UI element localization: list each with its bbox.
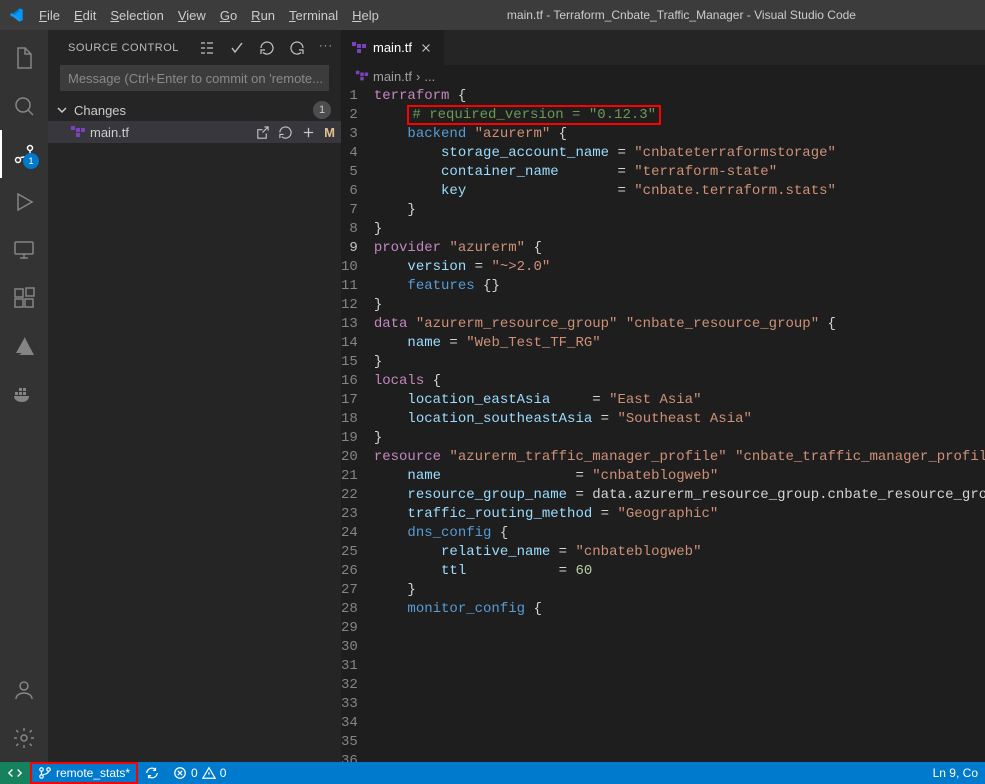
file-status: M [324, 125, 335, 140]
activity-run-debug[interactable] [0, 178, 48, 226]
sidebar-scm: SOURCE CONTROL ··· Message (Ctrl+Enter t… [48, 30, 341, 762]
warning-icon [202, 766, 216, 780]
cursor-position[interactable]: Ln 9, Co [926, 766, 985, 780]
line-numbers: 1234567891011121314151617181920212223242… [341, 87, 374, 762]
breadcrumb-file: main.tf [373, 69, 412, 84]
error-icon [173, 766, 187, 780]
view-tree-icon[interactable] [199, 40, 215, 56]
problems-status[interactable]: 0 0 [166, 762, 233, 784]
menu-bar: File Edit Selection View Go Run Terminal… [0, 0, 985, 30]
menu-terminal[interactable]: Terminal [282, 0, 345, 30]
window-title: main.tf - Terraform_Cnbate_Traffic_Manag… [386, 8, 977, 22]
commit-message-input[interactable]: Message (Ctrl+Enter to commit on 'remote… [60, 65, 329, 91]
refresh-icon[interactable] [259, 40, 275, 56]
changes-count: 1 [313, 101, 331, 119]
activity-remote-explorer[interactable] [0, 226, 48, 274]
scm-badge: 1 [23, 153, 39, 169]
activity-extensions[interactable] [0, 274, 48, 322]
vscode-logo-icon [8, 7, 24, 23]
sync-icon [145, 766, 159, 780]
activity-scm[interactable]: 1 [0, 130, 48, 178]
sync-button[interactable] [138, 762, 166, 784]
branch-icon [38, 766, 52, 780]
file-row-actions: M [255, 125, 341, 140]
terraform-file-icon [351, 40, 367, 56]
editor-tabs: main.tf [341, 30, 985, 65]
activity-explorer[interactable] [0, 34, 48, 82]
terraform-file-icon [355, 69, 369, 83]
activity-bar: 1 [0, 30, 48, 762]
tab-close-button[interactable] [418, 40, 434, 56]
editor-group: main.tf main.tf › ... 123456789101112131… [341, 30, 985, 762]
sidebar-title: SOURCE CONTROL [68, 42, 179, 54]
menu-file[interactable]: File [32, 0, 67, 30]
activity-azure[interactable] [0, 322, 48, 370]
menu-selection[interactable]: Selection [103, 0, 170, 30]
git-branch-status[interactable]: remote_stats* [30, 762, 138, 784]
chevron-down-icon [54, 102, 70, 118]
tab-label: main.tf [373, 40, 412, 55]
discard-icon[interactable] [278, 125, 293, 140]
menu-edit[interactable]: Edit [67, 0, 103, 30]
remote-indicator[interactable] [0, 762, 30, 784]
branch-name: remote_stats* [56, 766, 130, 780]
breadcrumb-more: ... [424, 69, 435, 84]
menu-view[interactable]: View [171, 0, 213, 30]
activity-settings[interactable] [0, 714, 48, 762]
stage-icon[interactable] [301, 125, 316, 140]
open-file-icon[interactable] [255, 125, 270, 140]
changes-label: Changes [74, 103, 313, 118]
menu-run[interactable]: Run [244, 0, 282, 30]
breadcrumb-sep: › [416, 69, 420, 84]
remote-icon [8, 766, 22, 780]
more-icon[interactable]: ··· [319, 40, 333, 56]
activity-docker[interactable] [0, 370, 48, 418]
activity-accounts[interactable] [0, 666, 48, 714]
file-name: main.tf [90, 125, 255, 140]
tab-main-tf[interactable]: main.tf [341, 30, 445, 65]
menu-help[interactable]: Help [345, 0, 386, 30]
changes-section[interactable]: Changes 1 [48, 99, 341, 121]
code-content[interactable]: terraform { # required_version = "0.12.3… [374, 87, 985, 762]
activity-search[interactable] [0, 82, 48, 130]
code-editor[interactable]: 1234567891011121314151617181920212223242… [341, 87, 985, 762]
status-bar: remote_stats* 0 0 Ln 9, Co [0, 762, 985, 784]
changed-file-row[interactable]: main.tf M [48, 121, 341, 143]
breadcrumbs[interactable]: main.tf › ... [341, 65, 985, 87]
menu-go[interactable]: Go [213, 0, 244, 30]
commit-icon[interactable] [229, 40, 245, 56]
terraform-file-icon [70, 124, 86, 140]
undo-icon[interactable] [289, 40, 305, 56]
